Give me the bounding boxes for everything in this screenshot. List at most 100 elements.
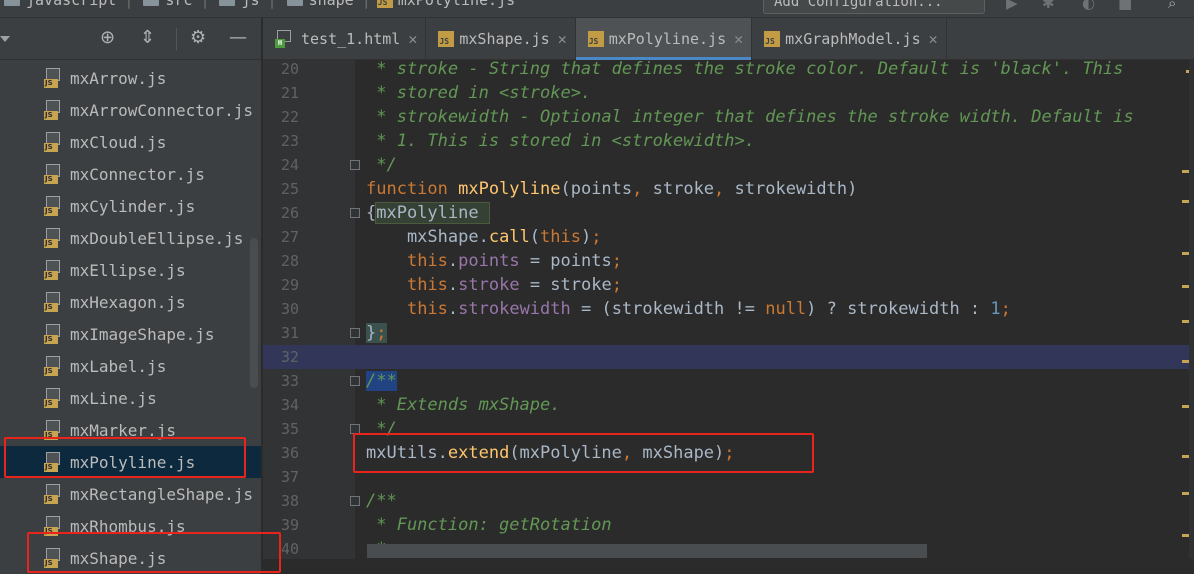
tab-mxgraphmodel-js[interactable]: JS mxGraphModel.js ✕: [752, 18, 947, 60]
search-icon[interactable]: ⌕: [1168, 0, 1176, 12]
fold-icon[interactable]: [350, 328, 360, 338]
js-file-icon: JS: [44, 132, 62, 152]
code-line[interactable]: 21 * stored in <stroke>.: [263, 81, 1194, 105]
breadcrumb-item-js[interactable]: js: [215, 0, 260, 9]
code-line[interactable]: 26 {mxPolyline: [263, 201, 1194, 225]
fold-icon[interactable]: [350, 208, 360, 218]
close-icon[interactable]: ✕: [558, 30, 567, 48]
project-toolbar: ⊕ ⇕ ⚙ —: [0, 18, 261, 60]
tab-mxshape-js[interactable]: JS mxShape.js ✕: [426, 18, 576, 60]
code-text: * strokewidth - Optional integer that de…: [366, 107, 1134, 127]
tab-label: mxGraphModel.js: [785, 30, 921, 48]
debug-icon[interactable]: ✱: [1042, 0, 1055, 12]
js-file-icon: JS: [44, 324, 62, 344]
code-line[interactable]: 24 */: [263, 153, 1194, 177]
code-line[interactable]: 29 this.stroke = stroke;: [263, 273, 1194, 297]
code-text: */: [366, 155, 397, 175]
breadcrumb-item-shape[interactable]: shape: [283, 0, 354, 9]
fold-icon[interactable]: [350, 160, 360, 170]
code-editor[interactable]: 20 * stroke - String that defines the st…: [263, 60, 1194, 574]
tab-mxpolyline-js[interactable]: JS mxPolyline.js ✕: [575, 18, 753, 60]
chevron-right-icon: |: [267, 0, 277, 9]
breadcrumb-item-file[interactable]: JS mxPolyline.js: [376, 0, 516, 9]
code-line[interactable]: 27 mxShape.call(this);: [263, 225, 1194, 249]
function-name: mxPolyline: [458, 179, 561, 199]
breadcrumb-item-javascript[interactable]: javascript: [0, 0, 116, 9]
file-item-mxhexagon[interactable]: JS mxHexagon.js: [0, 286, 261, 318]
file-item-mxcylinder[interactable]: JS mxCylinder.js: [0, 190, 261, 222]
keyword-function: function: [366, 179, 459, 199]
code-line[interactable]: 31};: [263, 321, 1194, 345]
file-item-mximageshape[interactable]: JS mxImageShape.js: [0, 318, 261, 350]
code-text: /**: [366, 369, 397, 393]
code-line[interactable]: 28 this.points = points;: [263, 249, 1194, 273]
file-label: mxDoubleEllipse.js: [70, 228, 244, 248]
js-file-icon: JS: [587, 31, 604, 47]
file-item-mxline[interactable]: JS mxLine.js: [0, 382, 261, 414]
code-line[interactable]: 39 * Function: getRotation: [263, 513, 1194, 537]
line-number: 29: [280, 276, 299, 294]
js-file-icon: JS: [44, 196, 62, 216]
selected-text: /**: [366, 371, 397, 391]
file-item-mxellipse[interactable]: JS mxEllipse.js: [0, 254, 261, 286]
line-number: 28: [280, 252, 299, 270]
editor-horizontal-scrollbar[interactable]: [367, 544, 927, 558]
close-icon[interactable]: ✕: [408, 30, 417, 48]
parameter-list: (points, stroke, strokewidth): [560, 179, 858, 199]
file-item-mxconnector[interactable]: JS mxConnector.js: [0, 158, 261, 190]
code-line[interactable]: 30 this.strokewidth = (strokewidth != nu…: [263, 297, 1194, 321]
file-item-mxrectangleshape[interactable]: JS mxRectangleShape.js: [0, 478, 261, 510]
js-file-icon: JS: [44, 260, 62, 280]
breadcrumb-item-src[interactable]: src: [139, 0, 192, 9]
file-label: mxLine.js: [70, 388, 157, 408]
file-item-mxarrow[interactable]: JS mxArrow.js: [0, 62, 261, 94]
close-icon[interactable]: ✕: [929, 30, 938, 48]
add-configuration-button[interactable]: Add Configuration...: [763, 0, 985, 14]
code-text: * stroke - String that defines the strok…: [366, 60, 1124, 79]
file-item-mxarrowconnector[interactable]: JS mxArrowConnector.js: [0, 94, 261, 126]
file-label: mxCylinder.js: [70, 196, 196, 216]
file-item-mxdoubleellipse[interactable]: JS mxDoubleEllipse.js: [0, 222, 261, 254]
tab-test-1-html[interactable]: H test_1.html ✕: [263, 18, 427, 60]
breadcrumb-label: js: [241, 0, 260, 9]
code-line[interactable]: 23 * 1. This is stored in <strokewidth>.: [263, 129, 1194, 153]
locate-file-icon[interactable]: ⊕: [100, 28, 115, 48]
annotation-box-extend-call: [353, 433, 814, 473]
fold-icon[interactable]: [350, 376, 360, 386]
coverage-icon[interactable]: ◐: [1082, 0, 1095, 12]
code-line[interactable]: 33 /**: [263, 369, 1194, 393]
file-item-mxlabel[interactable]: JS mxLabel.js: [0, 350, 261, 382]
chevron-right-icon: |: [124, 0, 134, 9]
code-line[interactable]: 20 * stroke - String that defines the st…: [263, 60, 1194, 81]
line-number: 20: [280, 60, 299, 78]
code-line[interactable]: 22 * strokewidth - Optional integer that…: [263, 105, 1194, 129]
line-number: 30: [280, 300, 299, 318]
code-line[interactable]: 34 * Extends mxShape.: [263, 393, 1194, 417]
project-panel: ⊕ ⇕ ⚙ — JS mxArrow.js JS mxArrowConnector.…: [0, 18, 262, 574]
line-number: 22: [280, 108, 299, 126]
collapse-all-icon[interactable]: ⇕: [140, 28, 155, 48]
close-icon[interactable]: ✕: [734, 30, 743, 48]
gear-icon[interactable]: ⚙: [190, 28, 206, 48]
hide-panel-icon[interactable]: —: [229, 28, 247, 48]
editor-vertical-scrollbar[interactable]: [1189, 60, 1194, 574]
run-icon[interactable]: ▶: [1006, 0, 1018, 12]
code-line-current[interactable]: 32: [263, 345, 1194, 369]
line-number: 21: [280, 84, 299, 102]
dropdown-arrow-icon[interactable]: [0, 36, 10, 42]
stop-icon[interactable]: ■: [1118, 0, 1132, 12]
fold-icon[interactable]: [350, 496, 360, 506]
js-file-icon: JS: [764, 31, 781, 47]
breadcrumb-label: mxPolyline.js: [397, 0, 516, 9]
line-number: 31: [280, 324, 299, 342]
code-line[interactable]: 25 function mxPolyline(points, stroke, st…: [263, 177, 1194, 201]
tab-label: test_1.html: [301, 30, 401, 48]
project-scrollbar[interactable]: [250, 238, 258, 388]
folder-icon: [286, 0, 303, 6]
js-file-icon: JS: [44, 228, 62, 248]
code-line[interactable]: 38 /**: [263, 489, 1194, 513]
js-file-icon: JS: [44, 164, 62, 184]
file-item-mxcloud[interactable]: JS mxCloud.js: [0, 126, 261, 158]
line-number: 38: [280, 492, 299, 510]
tab-label: mxPolyline.js: [608, 30, 727, 48]
